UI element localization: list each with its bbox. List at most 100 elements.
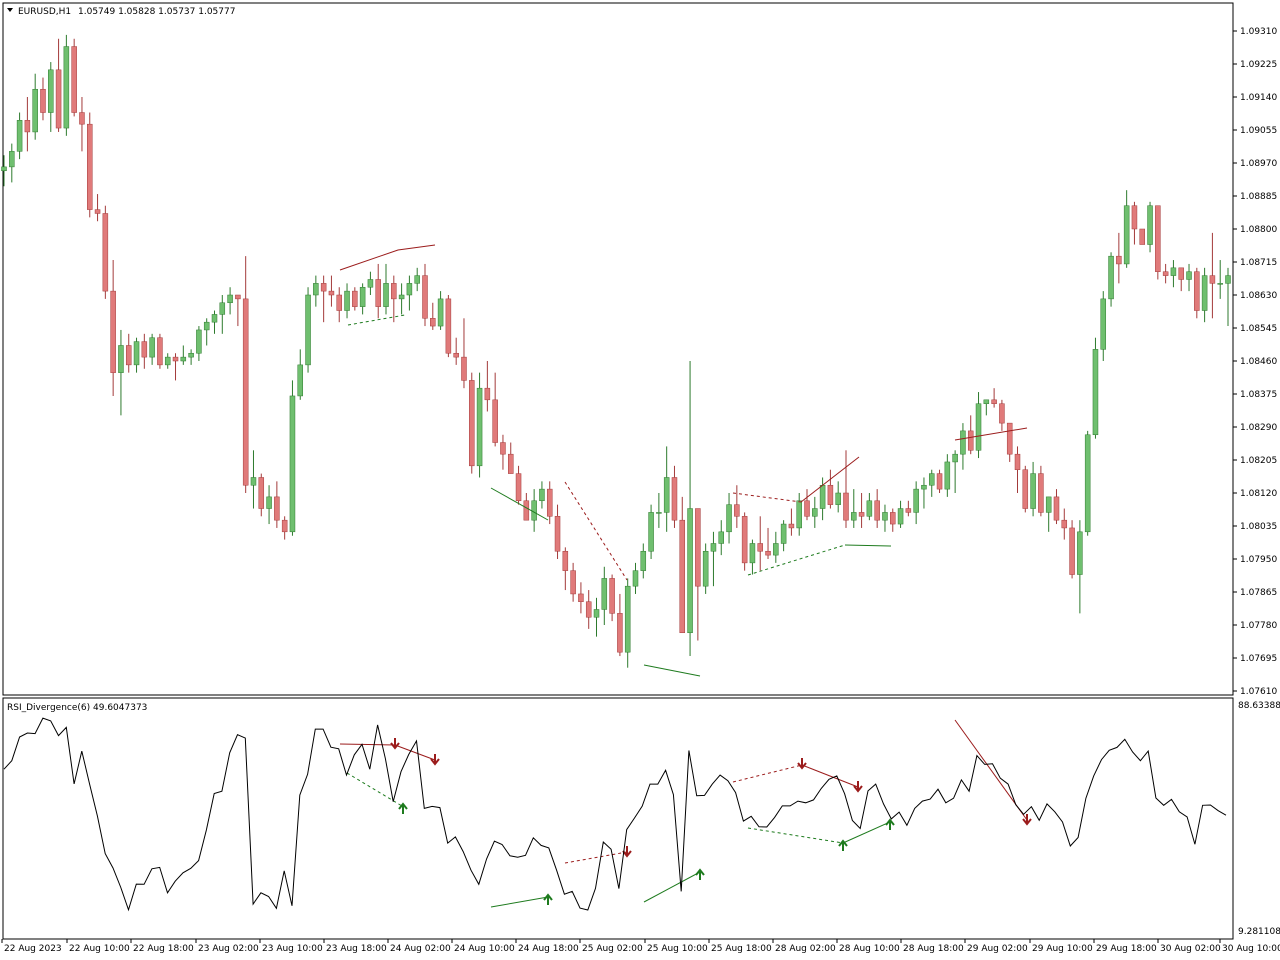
time-tick-label: 23 Aug 10:00 xyxy=(262,944,323,954)
candle-bull xyxy=(640,550,647,571)
candle-bull xyxy=(1030,473,1036,509)
candle-bull xyxy=(780,523,787,544)
candle-bull xyxy=(266,496,272,509)
candle-bear xyxy=(617,613,623,653)
candle-bull xyxy=(1201,275,1208,311)
candle-bull xyxy=(211,314,218,323)
candle-bear xyxy=(242,298,249,486)
candle-bull xyxy=(960,430,966,455)
candle-bear xyxy=(858,512,865,517)
candle-bear xyxy=(757,543,763,552)
candle-bull xyxy=(1092,349,1099,436)
candle-bull xyxy=(952,453,958,463)
candle-bear xyxy=(1155,205,1161,272)
candle-bull xyxy=(718,531,724,544)
candle-bull xyxy=(219,302,226,315)
candle-bull xyxy=(624,585,631,653)
candle-bull xyxy=(1217,283,1223,285)
price-tick-label: 1.08630 xyxy=(1240,291,1277,301)
main-chart-title: EURUSD,H1 xyxy=(18,7,71,17)
price-tick-label: 1.08120 xyxy=(1240,489,1277,499)
candle-bear xyxy=(430,318,436,327)
rsi-scale-top: 88.633885 xyxy=(1238,701,1280,711)
price-tick-label: 1.08460 xyxy=(1240,357,1277,367)
time-tick-label: 28 Aug 02:00 xyxy=(775,944,836,954)
price-tick-label: 1.08885 xyxy=(1240,192,1277,202)
candle-bear xyxy=(1022,469,1029,509)
rsi-scale-bottom: 9.281108 xyxy=(1238,927,1280,937)
chart-canvas: 1.09310 1.09225 1.09140 1.09055 1.08970 1.088… xyxy=(1,2,1280,954)
candle-bear xyxy=(874,500,880,521)
candle-bear xyxy=(788,523,795,529)
candle-bear xyxy=(422,275,428,319)
candle-bear xyxy=(1006,422,1013,455)
time-tick-label: 29 Aug 10:00 xyxy=(1032,944,1093,954)
candle-bull xyxy=(921,484,927,490)
time-tick-label: 23 Aug 02:00 xyxy=(198,944,259,954)
candle-bear xyxy=(843,492,849,521)
time-tick-label: 25 Aug 02:00 xyxy=(582,944,643,954)
candle-bear xyxy=(609,578,615,614)
candle-bear xyxy=(492,399,498,443)
candle-bull xyxy=(367,279,374,288)
candle-bear xyxy=(1038,473,1044,513)
candle-bull xyxy=(289,395,296,533)
candle-bull xyxy=(656,512,662,514)
candle-bear xyxy=(375,279,381,307)
price-tick-label: 1.08205 xyxy=(1240,456,1277,466)
time-tick-label: 29 Aug 18:00 xyxy=(1096,944,1157,954)
candle-bull xyxy=(632,570,639,587)
candle-bear xyxy=(523,500,530,521)
candle-bull xyxy=(383,283,389,307)
candle-bear xyxy=(274,496,280,521)
candle-bear xyxy=(578,593,584,602)
candle-bear xyxy=(508,453,514,474)
candle-bull xyxy=(118,345,124,373)
candle-bear xyxy=(445,298,452,354)
candle-bear xyxy=(991,399,997,404)
candle-bear xyxy=(141,341,148,358)
candle-bull xyxy=(687,508,693,634)
candle-bear xyxy=(1053,496,1060,521)
candle-bull xyxy=(749,543,756,564)
candle-bull xyxy=(1170,267,1177,276)
rsi-panel-title: RSI_Divergence(6) 49.6047373 xyxy=(7,703,147,713)
candle-bull xyxy=(913,488,919,513)
candle-bear xyxy=(1139,228,1145,245)
candle-bull xyxy=(1100,298,1107,350)
candle-bull xyxy=(897,508,904,525)
time-tick-label: 28 Aug 10:00 xyxy=(839,944,900,954)
candle-bull xyxy=(539,488,545,502)
candle-bear xyxy=(936,473,943,490)
price-tick-label: 1.07865 xyxy=(1240,588,1277,598)
candle-bull xyxy=(63,46,70,129)
price-tick-label: 1.07610 xyxy=(1240,687,1277,697)
candle-bear xyxy=(40,88,46,113)
candle-bear xyxy=(804,500,810,517)
candle-bear xyxy=(890,512,896,525)
candle-bull xyxy=(944,461,951,490)
price-tick-label: 1.09225 xyxy=(1240,60,1277,70)
candle-bull xyxy=(1147,205,1153,245)
time-tick-label: 22 Aug 2023 xyxy=(4,944,62,954)
candle-bear xyxy=(328,290,335,296)
candle-bull xyxy=(851,512,857,521)
candle-bull xyxy=(866,500,873,517)
candle-bull xyxy=(313,283,319,296)
candle-bear xyxy=(1162,271,1169,276)
candle-bull xyxy=(180,356,187,362)
time-tick-label: 30 Aug 10:00 xyxy=(1222,944,1280,954)
candle-bear xyxy=(827,484,834,505)
candle-bear xyxy=(281,519,288,533)
candle-bear xyxy=(554,516,561,552)
candle-bull xyxy=(1225,275,1231,284)
candle-bull xyxy=(1045,496,1052,513)
candle-bull xyxy=(773,543,779,556)
candle-bull xyxy=(398,294,405,300)
candle-bear xyxy=(967,430,974,451)
candle-bull xyxy=(648,512,654,552)
candle-bear xyxy=(461,356,467,381)
time-tick-label: 24 Aug 18:00 xyxy=(518,944,579,954)
time-tick-label: 22 Aug 18:00 xyxy=(133,944,194,954)
time-tick-label: 25 Aug 18:00 xyxy=(711,944,772,954)
